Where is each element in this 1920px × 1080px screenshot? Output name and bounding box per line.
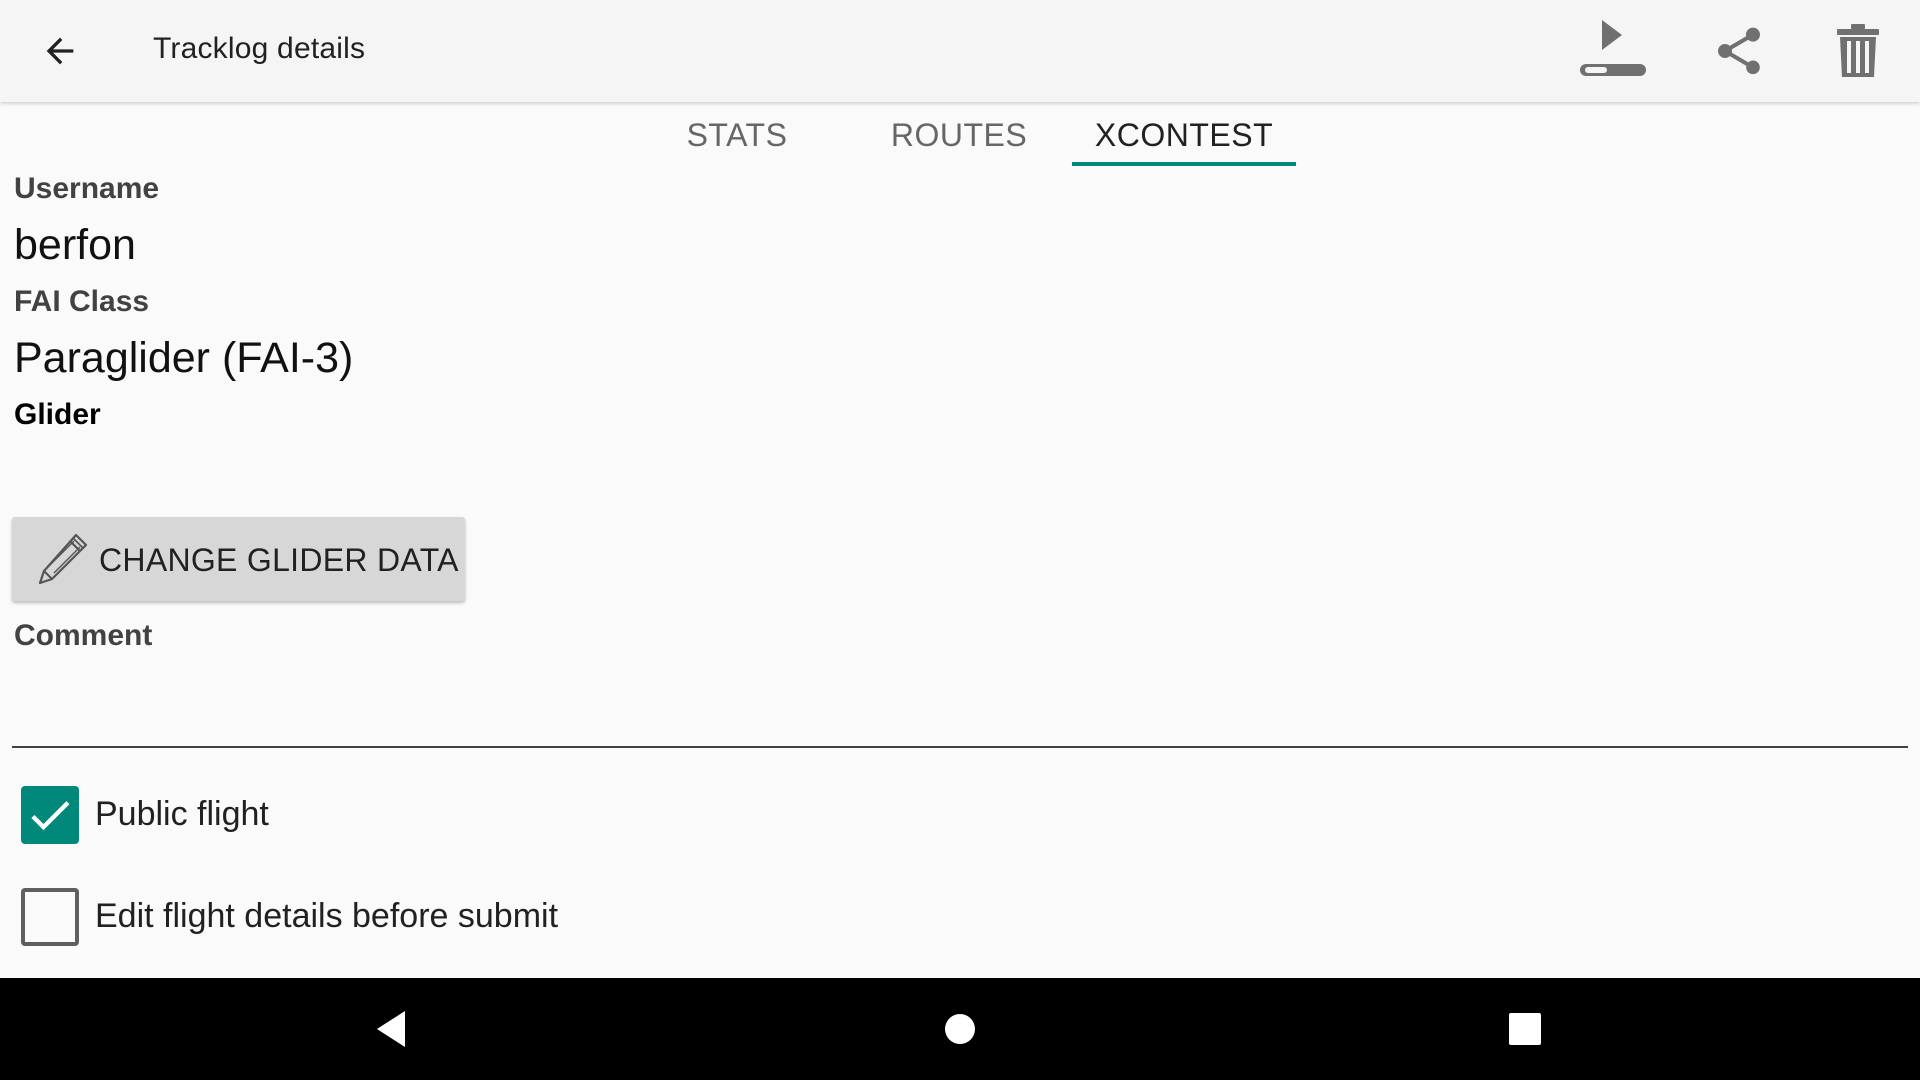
nav-home-button[interactable] xyxy=(915,996,1005,1062)
checkmark-icon xyxy=(31,801,70,831)
nav-home-icon xyxy=(945,1014,975,1044)
nav-back-icon xyxy=(377,1011,405,1047)
public-flight-checkbox[interactable] xyxy=(21,786,79,844)
comment-label: Comment xyxy=(14,619,153,652)
arrow-back-icon xyxy=(46,37,74,65)
share-icon xyxy=(1718,27,1760,75)
tab-xcontest[interactable]: XCONTEST xyxy=(1072,104,1296,166)
edit-before-submit-label[interactable]: Edit flight details before submit xyxy=(95,897,558,936)
play-export-button[interactable] xyxy=(1572,14,1652,88)
username-label: Username xyxy=(14,172,160,205)
back-button[interactable] xyxy=(28,20,92,82)
username-value: berfon xyxy=(14,221,136,269)
trash-icon xyxy=(1837,24,1879,77)
change-glider-data-label: CHANGE GLIDER DATA xyxy=(99,542,459,578)
edit-before-submit-checkbox[interactable] xyxy=(21,888,79,946)
system-nav-bar xyxy=(0,978,1920,1080)
app-bar: Tracklog details xyxy=(0,0,1920,102)
tab-bar: STATS ROUTES XCONTEST xyxy=(0,104,1920,168)
tab-routes[interactable]: ROUTES xyxy=(864,104,1054,166)
share-button[interactable] xyxy=(1699,14,1779,88)
nav-recents-icon xyxy=(1509,1013,1541,1045)
delete-button[interactable] xyxy=(1818,14,1898,88)
pencil-icon xyxy=(38,533,88,585)
nav-recents-button[interactable] xyxy=(1480,996,1570,1062)
play-export-icon xyxy=(1580,20,1646,76)
nav-back-button[interactable] xyxy=(346,996,436,1062)
fai-class-label: FAI Class xyxy=(14,285,150,318)
fai-class-value: Paraglider (FAI-3) xyxy=(14,334,354,382)
glider-label: Glider xyxy=(14,398,101,431)
tab-stats[interactable]: STATS xyxy=(650,104,824,166)
public-flight-label[interactable]: Public flight xyxy=(95,795,269,834)
active-tab-indicator xyxy=(1072,162,1296,166)
comment-input[interactable] xyxy=(12,660,1908,748)
change-glider-data-button[interactable]: CHANGE GLIDER DATA xyxy=(12,517,465,601)
page-title: Tracklog details xyxy=(153,32,366,65)
